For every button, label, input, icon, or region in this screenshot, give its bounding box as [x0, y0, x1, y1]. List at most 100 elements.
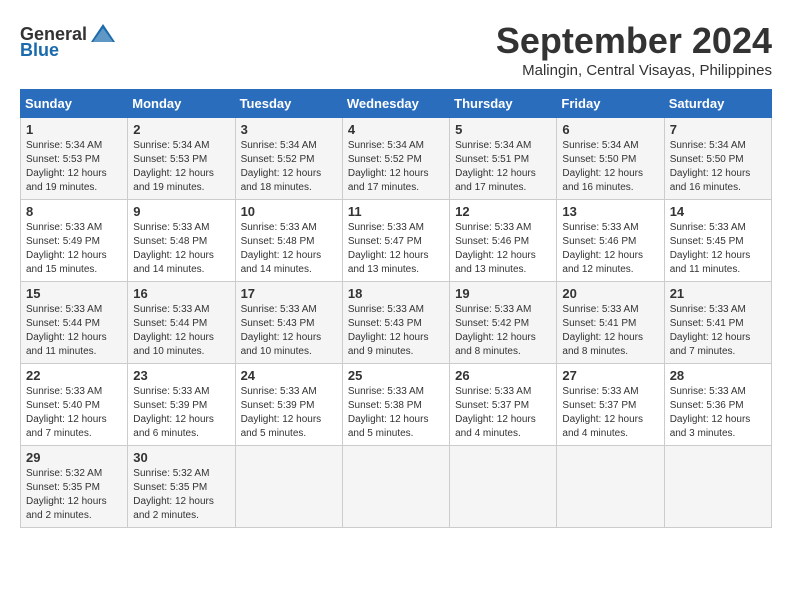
- calendar-cell: 13 Sunrise: 5:33 AM Sunset: 5:46 PM Dayl…: [557, 200, 664, 282]
- day-info: Sunrise: 5:33 AM Sunset: 5:47 PM Dayligh…: [348, 221, 444, 277]
- calendar-cell: 11 Sunrise: 5:33 AM Sunset: 5:47 PM Dayl…: [342, 200, 449, 282]
- calendar-week-4: 22 Sunrise: 5:33 AM Sunset: 5:40 PM Dayl…: [21, 364, 772, 446]
- calendar-cell: 12 Sunrise: 5:33 AM Sunset: 5:46 PM Dayl…: [450, 200, 557, 282]
- day-number: 9: [133, 204, 229, 219]
- calendar-cell: [557, 446, 664, 528]
- title-area: September 2024 Malingin, Central Visayas…: [496, 20, 772, 79]
- day-number: 1: [26, 122, 122, 137]
- day-info: Sunrise: 5:33 AM Sunset: 5:39 PM Dayligh…: [241, 385, 337, 441]
- day-info: Sunrise: 5:34 AM Sunset: 5:53 PM Dayligh…: [26, 139, 122, 195]
- day-number: 26: [455, 368, 551, 383]
- day-number: 18: [348, 286, 444, 301]
- day-info: Sunrise: 5:33 AM Sunset: 5:39 PM Dayligh…: [133, 385, 229, 441]
- calendar-header-tuesday: Tuesday: [235, 90, 342, 118]
- day-info: Sunrise: 5:33 AM Sunset: 5:43 PM Dayligh…: [348, 303, 444, 359]
- day-number: 8: [26, 204, 122, 219]
- calendar-cell: 21 Sunrise: 5:33 AM Sunset: 5:41 PM Dayl…: [664, 282, 771, 364]
- calendar-cell: [450, 446, 557, 528]
- day-number: 16: [133, 286, 229, 301]
- calendar-cell: 3 Sunrise: 5:34 AM Sunset: 5:52 PM Dayli…: [235, 118, 342, 200]
- day-number: 7: [670, 122, 766, 137]
- calendar-week-1: 1 Sunrise: 5:34 AM Sunset: 5:53 PM Dayli…: [21, 118, 772, 200]
- day-number: 15: [26, 286, 122, 301]
- day-info: Sunrise: 5:34 AM Sunset: 5:50 PM Dayligh…: [670, 139, 766, 195]
- calendar-header-monday: Monday: [128, 90, 235, 118]
- calendar-cell: 1 Sunrise: 5:34 AM Sunset: 5:53 PM Dayli…: [21, 118, 128, 200]
- calendar-cell: 22 Sunrise: 5:33 AM Sunset: 5:40 PM Dayl…: [21, 364, 128, 446]
- calendar-header-friday: Friday: [557, 90, 664, 118]
- day-number: 30: [133, 450, 229, 465]
- day-info: Sunrise: 5:33 AM Sunset: 5:42 PM Dayligh…: [455, 303, 551, 359]
- calendar-header-thursday: Thursday: [450, 90, 557, 118]
- day-number: 23: [133, 368, 229, 383]
- calendar-table: SundayMondayTuesdayWednesdayThursdayFrid…: [20, 89, 772, 528]
- day-number: 21: [670, 286, 766, 301]
- day-number: 12: [455, 204, 551, 219]
- day-number: 14: [670, 204, 766, 219]
- day-info: Sunrise: 5:34 AM Sunset: 5:53 PM Dayligh…: [133, 139, 229, 195]
- day-number: 6: [562, 122, 658, 137]
- day-info: Sunrise: 5:33 AM Sunset: 5:44 PM Dayligh…: [26, 303, 122, 359]
- day-info: Sunrise: 5:33 AM Sunset: 5:46 PM Dayligh…: [562, 221, 658, 277]
- calendar-cell: [342, 446, 449, 528]
- day-info: Sunrise: 5:33 AM Sunset: 5:48 PM Dayligh…: [241, 221, 337, 277]
- calendar-cell: 25 Sunrise: 5:33 AM Sunset: 5:38 PM Dayl…: [342, 364, 449, 446]
- day-number: 25: [348, 368, 444, 383]
- day-number: 4: [348, 122, 444, 137]
- calendar-cell: 5 Sunrise: 5:34 AM Sunset: 5:51 PM Dayli…: [450, 118, 557, 200]
- day-info: Sunrise: 5:33 AM Sunset: 5:44 PM Dayligh…: [133, 303, 229, 359]
- day-number: 2: [133, 122, 229, 137]
- day-number: 13: [562, 204, 658, 219]
- logo-blue: Blue: [20, 40, 59, 61]
- calendar-cell: 2 Sunrise: 5:34 AM Sunset: 5:53 PM Dayli…: [128, 118, 235, 200]
- day-number: 17: [241, 286, 337, 301]
- day-info: Sunrise: 5:32 AM Sunset: 5:35 PM Dayligh…: [133, 467, 229, 523]
- day-number: 24: [241, 368, 337, 383]
- calendar-cell: 26 Sunrise: 5:33 AM Sunset: 5:37 PM Dayl…: [450, 364, 557, 446]
- calendar-header-saturday: Saturday: [664, 90, 771, 118]
- calendar-body: 1 Sunrise: 5:34 AM Sunset: 5:53 PM Dayli…: [21, 118, 772, 528]
- calendar-cell: 7 Sunrise: 5:34 AM Sunset: 5:50 PM Dayli…: [664, 118, 771, 200]
- calendar-cell: 24 Sunrise: 5:33 AM Sunset: 5:39 PM Dayl…: [235, 364, 342, 446]
- day-info: Sunrise: 5:33 AM Sunset: 5:49 PM Dayligh…: [26, 221, 122, 277]
- logo-icon: [89, 20, 117, 48]
- calendar-cell: 6 Sunrise: 5:34 AM Sunset: 5:50 PM Dayli…: [557, 118, 664, 200]
- day-info: Sunrise: 5:32 AM Sunset: 5:35 PM Dayligh…: [26, 467, 122, 523]
- calendar-cell: 16 Sunrise: 5:33 AM Sunset: 5:44 PM Dayl…: [128, 282, 235, 364]
- day-info: Sunrise: 5:33 AM Sunset: 5:40 PM Dayligh…: [26, 385, 122, 441]
- calendar-cell: 8 Sunrise: 5:33 AM Sunset: 5:49 PM Dayli…: [21, 200, 128, 282]
- day-info: Sunrise: 5:34 AM Sunset: 5:52 PM Dayligh…: [241, 139, 337, 195]
- calendar-cell: 9 Sunrise: 5:33 AM Sunset: 5:48 PM Dayli…: [128, 200, 235, 282]
- location-title: Malingin, Central Visayas, Philippines: [496, 62, 772, 79]
- day-number: 22: [26, 368, 122, 383]
- calendar-week-3: 15 Sunrise: 5:33 AM Sunset: 5:44 PM Dayl…: [21, 282, 772, 364]
- day-number: 27: [562, 368, 658, 383]
- calendar-week-5: 29 Sunrise: 5:32 AM Sunset: 5:35 PM Dayl…: [21, 446, 772, 528]
- calendar-cell: 28 Sunrise: 5:33 AM Sunset: 5:36 PM Dayl…: [664, 364, 771, 446]
- day-info: Sunrise: 5:34 AM Sunset: 5:52 PM Dayligh…: [348, 139, 444, 195]
- day-number: 28: [670, 368, 766, 383]
- calendar-cell: 18 Sunrise: 5:33 AM Sunset: 5:43 PM Dayl…: [342, 282, 449, 364]
- day-number: 3: [241, 122, 337, 137]
- day-info: Sunrise: 5:33 AM Sunset: 5:36 PM Dayligh…: [670, 385, 766, 441]
- calendar-header-sunday: Sunday: [21, 90, 128, 118]
- day-number: 19: [455, 286, 551, 301]
- logo: General Blue: [20, 20, 117, 61]
- day-number: 11: [348, 204, 444, 219]
- calendar-cell: 14 Sunrise: 5:33 AM Sunset: 5:45 PM Dayl…: [664, 200, 771, 282]
- calendar-cell: 23 Sunrise: 5:33 AM Sunset: 5:39 PM Dayl…: [128, 364, 235, 446]
- day-number: 20: [562, 286, 658, 301]
- day-info: Sunrise: 5:34 AM Sunset: 5:51 PM Dayligh…: [455, 139, 551, 195]
- day-info: Sunrise: 5:33 AM Sunset: 5:43 PM Dayligh…: [241, 303, 337, 359]
- calendar-cell: 10 Sunrise: 5:33 AM Sunset: 5:48 PM Dayl…: [235, 200, 342, 282]
- calendar-cell: 17 Sunrise: 5:33 AM Sunset: 5:43 PM Dayl…: [235, 282, 342, 364]
- calendar-header-row: SundayMondayTuesdayWednesdayThursdayFrid…: [21, 90, 772, 118]
- calendar-cell: [664, 446, 771, 528]
- day-number: 5: [455, 122, 551, 137]
- calendar-cell: 15 Sunrise: 5:33 AM Sunset: 5:44 PM Dayl…: [21, 282, 128, 364]
- day-number: 29: [26, 450, 122, 465]
- calendar-header-wednesday: Wednesday: [342, 90, 449, 118]
- day-info: Sunrise: 5:33 AM Sunset: 5:46 PM Dayligh…: [455, 221, 551, 277]
- day-info: Sunrise: 5:33 AM Sunset: 5:48 PM Dayligh…: [133, 221, 229, 277]
- calendar-cell: 29 Sunrise: 5:32 AM Sunset: 5:35 PM Dayl…: [21, 446, 128, 528]
